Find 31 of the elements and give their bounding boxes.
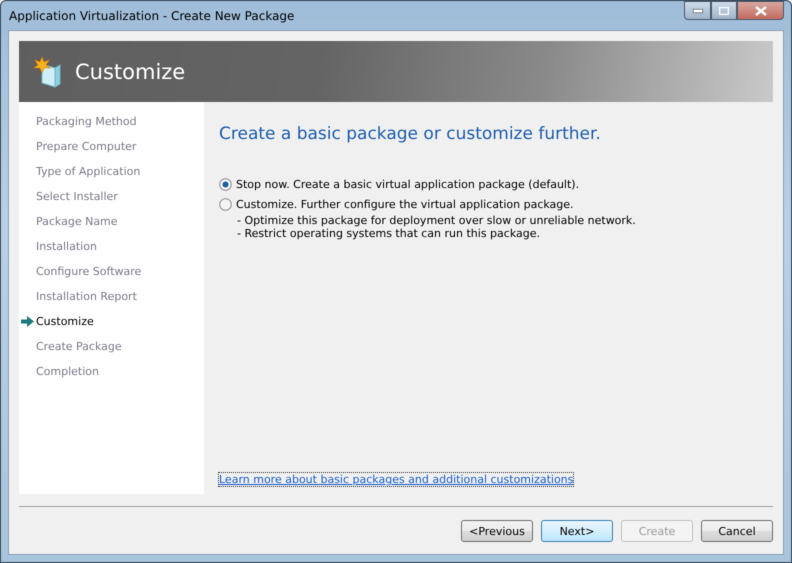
maximize-button[interactable] [711, 1, 737, 20]
page-heading: Create a basic package or customize further. [219, 124, 602, 144]
dialog-button[interactable]: Next> [541, 520, 613, 542]
step-label: Prepare Computer [36, 140, 136, 153]
package-icon [33, 56, 63, 88]
close-icon [754, 6, 766, 16]
step-label: Customize [36, 315, 94, 328]
window-title: Application Virtualization - Create New Package [8, 8, 294, 22]
option-label: Customize. Further configure the virtual application package. [236, 198, 574, 210]
option-detail: - Restrict operating systems that can run this package. [236, 227, 541, 240]
help-link[interactable]: Learn more about basic packages and additional customizations [219, 473, 574, 486]
step-label: Select Installer [36, 190, 118, 203]
option-label: Stop now. Create a basic virtual application package (default). [236, 178, 580, 190]
dialog-button[interactable]: <Previous [461, 520, 533, 542]
radio-button[interactable] [219, 198, 232, 210]
dialog-button[interactable]: Cancel [701, 520, 773, 542]
step-label: Configure Software [36, 265, 142, 278]
step-label: Type of Application [36, 165, 140, 178]
maximize-icon [719, 6, 729, 14]
minimize-button[interactable] [684, 1, 711, 20]
step-label: Completion [36, 365, 100, 378]
close-button[interactable] [737, 1, 784, 20]
page-title: Customize [75, 60, 186, 84]
step-label: Package Name [36, 215, 118, 228]
step-label: Packaging Method [36, 115, 137, 128]
step-label: Installation Report [36, 290, 137, 303]
option-detail: - Optimize this package for deployment over slow or unreliable network. [236, 214, 637, 227]
step-label: Installation [36, 240, 97, 253]
radio-button[interactable] [219, 178, 232, 190]
minimize-icon [692, 8, 702, 12]
step-label: Create Package [36, 340, 122, 353]
